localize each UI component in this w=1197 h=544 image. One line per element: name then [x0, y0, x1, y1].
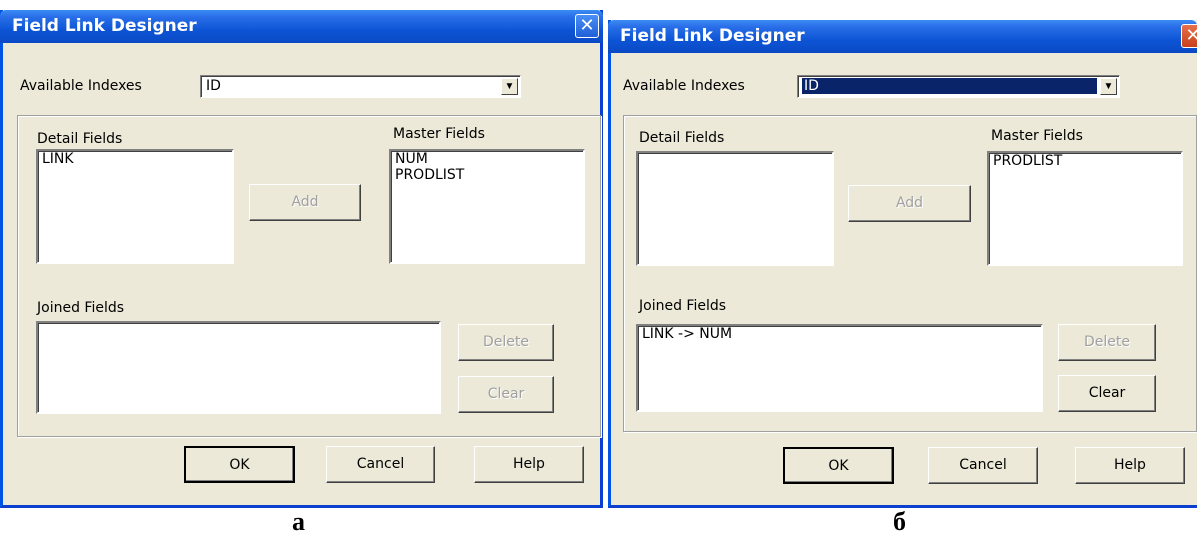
available-indexes-combo[interactable]: ID ▼: [797, 75, 1120, 98]
list-item[interactable]: LINK: [38, 151, 232, 167]
dialog-b: Field Link Designer ✕ Available Indexes …: [608, 20, 1197, 508]
cancel-button[interactable]: Cancel: [928, 447, 1038, 484]
master-fields-label: Master Fields: [991, 128, 1083, 144]
ok-button[interactable]: OK: [783, 447, 894, 484]
ok-button[interactable]: OK: [184, 446, 295, 483]
list-item[interactable]: LINK -> NUM: [638, 326, 1041, 342]
delete-button[interactable]: Delete: [1058, 324, 1156, 361]
available-indexes-label: Available Indexes: [20, 78, 142, 94]
chevron-down-icon[interactable]: ▼: [1100, 78, 1117, 95]
help-button[interactable]: Help: [474, 446, 584, 483]
master-fields-label: Master Fields: [393, 126, 485, 142]
help-button[interactable]: Help: [1075, 447, 1185, 484]
list-item[interactable]: NUM: [391, 151, 583, 167]
title-bar: Field Link Designer ✕: [0, 10, 603, 43]
dialog-title: Field Link Designer: [12, 16, 197, 36]
joined-fields-label: Joined Fields: [37, 300, 125, 316]
dialog-a: Field Link Designer ✕ Available Indexes …: [0, 10, 603, 508]
detail-fields-label: Detail Fields: [639, 130, 725, 146]
add-button[interactable]: Add: [848, 185, 971, 222]
joined-fields-list[interactable]: LINK -> NUM: [636, 324, 1043, 412]
available-indexes-value: ID: [802, 78, 1097, 94]
cancel-button[interactable]: Cancel: [326, 446, 435, 483]
master-fields-list[interactable]: PRODLIST: [987, 151, 1183, 266]
detail-fields-label: Detail Fields: [37, 131, 123, 147]
title-bar: Field Link Designer ✕: [608, 20, 1197, 53]
list-item[interactable]: PRODLIST: [989, 153, 1181, 169]
master-fields-list[interactable]: NUM PRODLIST: [389, 149, 585, 264]
dialog-title: Field Link Designer: [620, 26, 805, 46]
close-icon[interactable]: ✕: [575, 14, 599, 38]
list-item[interactable]: PRODLIST: [391, 167, 583, 183]
detail-fields-list[interactable]: LINK: [36, 149, 234, 264]
caption-b: б: [893, 507, 906, 536]
detail-fields-list[interactable]: [636, 151, 834, 266]
chevron-down-icon[interactable]: ▼: [501, 78, 518, 95]
available-indexes-combo[interactable]: ID ▼: [200, 75, 521, 98]
available-indexes-label: Available Indexes: [623, 78, 745, 94]
add-button[interactable]: Add: [249, 184, 361, 221]
clear-button[interactable]: Clear: [1058, 375, 1156, 412]
close-icon[interactable]: ✕: [1181, 24, 1197, 48]
clear-button[interactable]: Clear: [458, 376, 554, 413]
joined-fields-label: Joined Fields: [639, 298, 727, 314]
delete-button[interactable]: Delete: [458, 324, 554, 361]
joined-fields-list[interactable]: [36, 321, 441, 414]
caption-a: а: [292, 507, 305, 536]
available-indexes-value: ID: [206, 78, 221, 94]
